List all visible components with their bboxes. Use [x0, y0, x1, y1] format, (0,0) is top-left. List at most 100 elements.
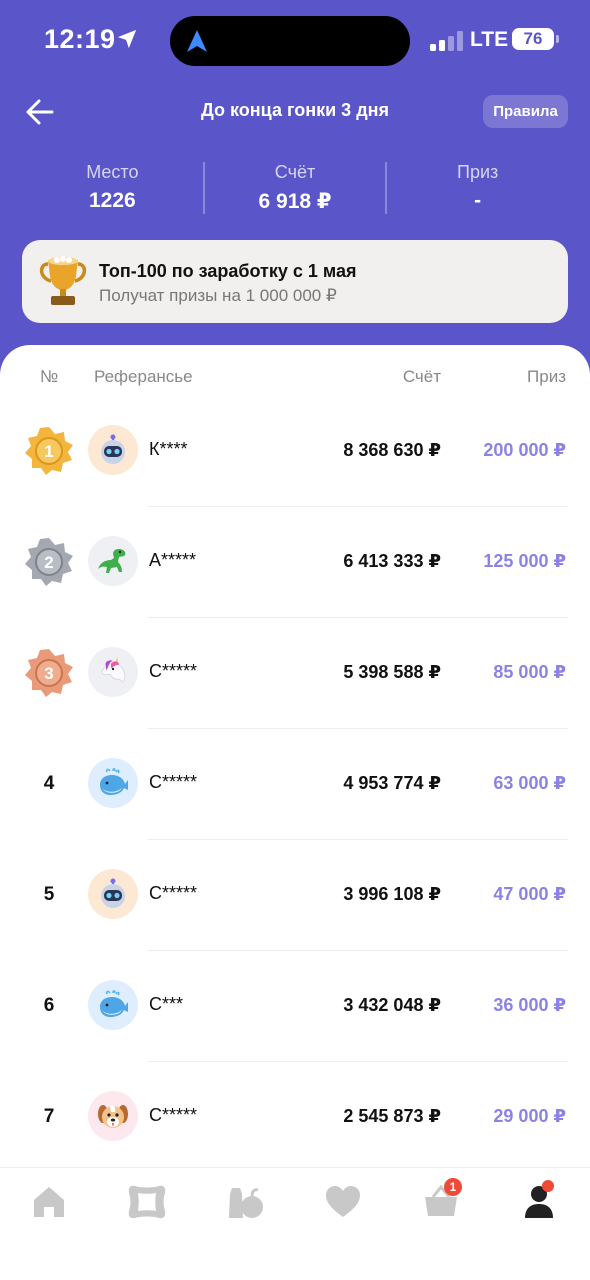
back-arrow-icon[interactable] — [22, 94, 58, 130]
referrer-name: С***** — [149, 883, 198, 903]
tab-profile[interactable] — [517, 1182, 561, 1222]
prize-value: 36 000 ₽ — [493, 995, 566, 1015]
stat-value: - — [474, 189, 482, 212]
score-value: 6 413 333 ₽ — [343, 551, 441, 571]
referrer-name: С*** — [149, 994, 184, 1014]
referrer-name: С***** — [149, 1105, 198, 1125]
battery-tip — [556, 35, 559, 43]
tab-favorites[interactable] — [321, 1182, 365, 1222]
avatar — [88, 758, 138, 808]
whale-icon — [100, 989, 128, 1017]
navigation-icon — [187, 30, 207, 52]
score-value: 3 432 048 ₽ — [343, 995, 441, 1015]
row-divider — [148, 950, 568, 951]
column-header-rank: № — [40, 367, 59, 386]
stat-value: 6 918 ₽ — [258, 190, 332, 213]
column-header-name: Реферансье — [94, 367, 193, 386]
banner-title: Топ-100 по заработку с 1 мая — [99, 261, 357, 281]
profile-notification-dot — [542, 1180, 554, 1192]
location-arrow-icon — [117, 29, 137, 49]
robot-icon — [101, 434, 125, 464]
row-divider — [148, 506, 568, 507]
tab-home[interactable] — [27, 1182, 71, 1222]
avatar — [88, 647, 138, 697]
status-time: 12:19 — [44, 24, 116, 54]
table-row[interactable]: 6 С*** 3 432 048 ₽ 36 000 ₽ — [0, 950, 590, 1061]
table-row[interactable]: 5 С***** 3 996 108 ₽ 47 000 ₽ — [0, 839, 590, 950]
network-type: LTE — [470, 28, 509, 51]
stat-place: Место 1226 — [22, 160, 203, 216]
table-row[interactable]: 2 А***** 6 413 333 ₽ 125 000 ₽ — [0, 506, 590, 617]
robot-icon — [101, 878, 125, 908]
prize-value: 29 000 ₽ — [493, 1106, 566, 1126]
profile-icon — [525, 1186, 553, 1218]
table-row[interactable]: 3 С***** 5 398 588 ₽ 85 000 ₽ — [0, 617, 590, 728]
score-value: 5 398 588 ₽ — [343, 662, 441, 682]
stat-prize: Приз - — [387, 160, 568, 216]
column-header-prize: Приз — [527, 367, 566, 386]
table-row[interactable]: 7 С***** 2 545 873 ₽ 29 000 ₽ — [0, 1061, 590, 1172]
prize-value: 200 000 ₽ — [483, 440, 566, 460]
stat-label: Приз — [457, 162, 499, 182]
column-header-score: Счёт — [402, 367, 441, 386]
leaderboard: № Реферансье Счёт Приз 1 К**** 8 368 630… — [0, 345, 590, 1175]
tab-catalog[interactable] — [125, 1182, 169, 1222]
score-value: 2 545 873 ₽ — [343, 1106, 441, 1126]
table-row[interactable]: 1 К**** 8 368 630 ₽ 200 000 ₽ — [0, 395, 590, 506]
stat-label: Счёт — [274, 162, 316, 182]
whale-icon — [100, 767, 128, 795]
bronze-medal-icon: 3 — [25, 649, 73, 697]
dinosaur-icon — [98, 549, 126, 573]
favorites-icon — [326, 1186, 360, 1217]
score-value: 4 953 774 ₽ — [343, 773, 441, 793]
referrer-name: К**** — [149, 439, 188, 459]
prize-value: 85 000 ₽ — [493, 662, 566, 682]
catalog-icon — [128, 1185, 166, 1219]
table-row[interactable]: 4 С***** 4 953 774 ₽ 63 000 ₽ — [0, 728, 590, 839]
svg-text:2: 2 — [44, 553, 53, 572]
dog-icon — [98, 1105, 128, 1128]
banner-subtitle: Получат призы на 1 000 000 ₽ — [99, 286, 337, 305]
rank-number: 4 — [43, 773, 55, 794]
avatar — [88, 425, 138, 475]
status-bar: 12:19 LTE 76 — [0, 0, 590, 80]
products-icon — [229, 1188, 263, 1218]
top-100-banner[interactable]: Топ-100 по заработку с 1 мая Получат при… — [22, 240, 568, 323]
rank-number: 7 — [43, 1106, 55, 1127]
referrer-name: С***** — [149, 772, 198, 792]
svg-text:3: 3 — [44, 664, 53, 683]
avatar — [88, 536, 138, 586]
row-divider — [148, 839, 568, 840]
page-title: До конца гонки 3 дня — [201, 100, 389, 120]
avatar — [88, 869, 138, 919]
gold-medal-icon: 1 — [25, 427, 73, 475]
home-icon — [34, 1187, 64, 1217]
silver-medal-icon: 2 — [25, 538, 73, 586]
battery-icon: 76 — [512, 28, 554, 50]
rank-number: 5 — [43, 884, 55, 905]
avatar — [88, 980, 138, 1030]
referrer-name: С***** — [149, 661, 198, 681]
prize-value: 125 000 ₽ — [483, 551, 566, 571]
trophy-icon — [39, 256, 87, 305]
svg-text:1: 1 — [44, 442, 53, 461]
prize-value: 63 000 ₽ — [493, 773, 566, 793]
rules-button[interactable]: Правила — [483, 95, 568, 128]
cart-badge: 1 — [444, 1178, 462, 1196]
stat-score: Счёт 6 918 ₽ — [205, 160, 386, 216]
prize-value: 47 000 ₽ — [493, 884, 566, 904]
unicorn-icon — [101, 657, 126, 683]
rank-number: 6 — [43, 995, 55, 1016]
stat-label: Место — [86, 162, 139, 182]
row-divider — [148, 617, 568, 618]
score-value: 8 368 630 ₽ — [343, 440, 441, 460]
stat-value: 1226 — [88, 189, 136, 212]
referrer-name: А***** — [149, 550, 197, 570]
stats-panel: Место 1226 Счёт 6 918 ₽ Приз - — [22, 160, 568, 216]
row-divider — [148, 728, 568, 729]
dynamic-island — [170, 16, 410, 66]
tab-bar: 1 — [0, 1167, 590, 1280]
tab-products[interactable] — [223, 1182, 267, 1222]
row-divider — [148, 1061, 568, 1062]
avatar — [88, 1091, 138, 1141]
